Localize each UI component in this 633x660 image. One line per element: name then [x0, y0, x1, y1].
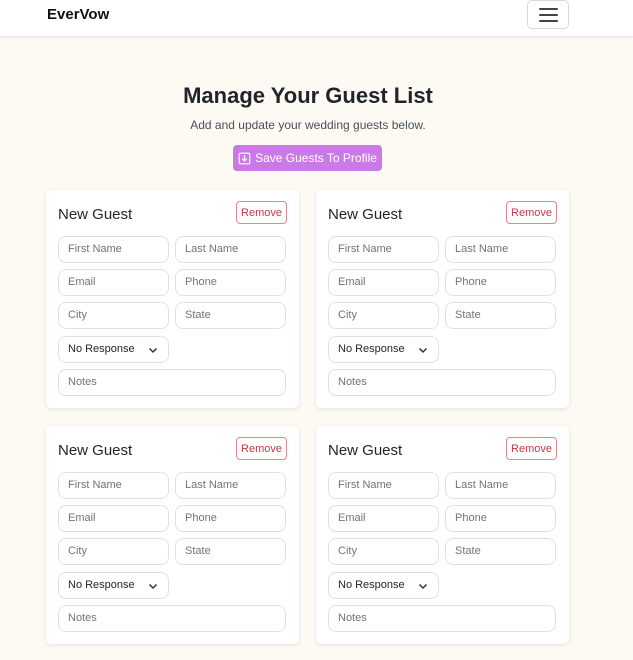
first-name-field[interactable]: First Name [328, 472, 439, 499]
save-guests-label: Save Guests To Profile [255, 151, 377, 165]
rsvp-response-value: No Response [338, 343, 405, 355]
phone-field[interactable]: Phone [445, 505, 556, 532]
city-field[interactable]: City [328, 302, 439, 329]
brand-logo[interactable]: EverVow [47, 6, 109, 23]
menu-bar [538, 13, 558, 16]
page-subtitle: Add and update your wedding guests below… [190, 118, 426, 132]
page-title: Manage Your Guest List [183, 83, 433, 108]
notes-field[interactable]: Notes [58, 369, 286, 396]
remove-guest-button[interactable]: Remove [236, 437, 287, 460]
menu-bar [538, 19, 558, 22]
guest-card: New Guest Remove First Name Last Name Em… [46, 190, 299, 408]
guest-card: New Guest Remove First Name Last Name Em… [316, 426, 569, 644]
phone-field[interactable]: Phone [175, 269, 286, 296]
city-field[interactable]: City [328, 538, 439, 565]
menu-bar [538, 7, 558, 10]
rsvp-response-select[interactable]: No Response [328, 572, 439, 599]
rsvp-response-select[interactable]: No Response [58, 336, 169, 363]
guest-card: New Guest Remove First Name Last Name Em… [316, 190, 569, 408]
save-guests-button[interactable]: Save Guests To Profile [233, 145, 382, 171]
remove-guest-button[interactable]: Remove [236, 201, 287, 224]
last-name-field[interactable]: Last Name [175, 236, 286, 263]
state-field[interactable]: State [175, 302, 286, 329]
city-field[interactable]: City [58, 302, 169, 329]
guest-card-title: New Guest [58, 442, 133, 459]
chevron-down-icon [148, 583, 158, 589]
email-field[interactable]: Email [58, 269, 169, 296]
first-name-field[interactable]: First Name [58, 472, 169, 499]
email-field[interactable]: Email [58, 505, 169, 532]
download-icon [238, 152, 251, 164]
state-field[interactable]: State [175, 538, 286, 565]
chevron-down-icon [418, 347, 428, 353]
remove-guest-button[interactable]: Remove [506, 437, 557, 460]
rsvp-response-select[interactable]: No Response [328, 336, 439, 363]
last-name-field[interactable]: Last Name [175, 472, 286, 499]
chevron-down-icon [418, 583, 428, 589]
hamburger-menu-icon[interactable] [527, 0, 569, 29]
first-name-field[interactable]: First Name [328, 236, 439, 263]
chevron-down-icon [148, 347, 158, 353]
guest-card-title: New Guest [328, 206, 403, 223]
phone-field[interactable]: Phone [445, 269, 556, 296]
email-field[interactable]: Email [328, 269, 439, 296]
first-name-field[interactable]: First Name [58, 236, 169, 263]
rsvp-response-select[interactable]: No Response [58, 572, 169, 599]
state-field[interactable]: State [445, 302, 556, 329]
state-field[interactable]: State [445, 538, 556, 565]
notes-field[interactable]: Notes [58, 605, 286, 632]
notes-field[interactable]: Notes [328, 369, 556, 396]
notes-field[interactable]: Notes [328, 605, 556, 632]
navbar: EverVow [0, 0, 633, 37]
email-field[interactable]: Email [328, 505, 439, 532]
remove-guest-button[interactable]: Remove [506, 201, 557, 224]
guest-card-title: New Guest [58, 206, 133, 223]
city-field[interactable]: City [58, 538, 169, 565]
rsvp-response-value: No Response [68, 579, 135, 591]
phone-field[interactable]: Phone [175, 505, 286, 532]
last-name-field[interactable]: Last Name [445, 236, 556, 263]
guest-card: New Guest Remove First Name Last Name Em… [46, 426, 299, 644]
rsvp-response-value: No Response [68, 343, 135, 355]
guest-card-title: New Guest [328, 442, 403, 459]
last-name-field[interactable]: Last Name [445, 472, 556, 499]
rsvp-response-value: No Response [338, 579, 405, 591]
